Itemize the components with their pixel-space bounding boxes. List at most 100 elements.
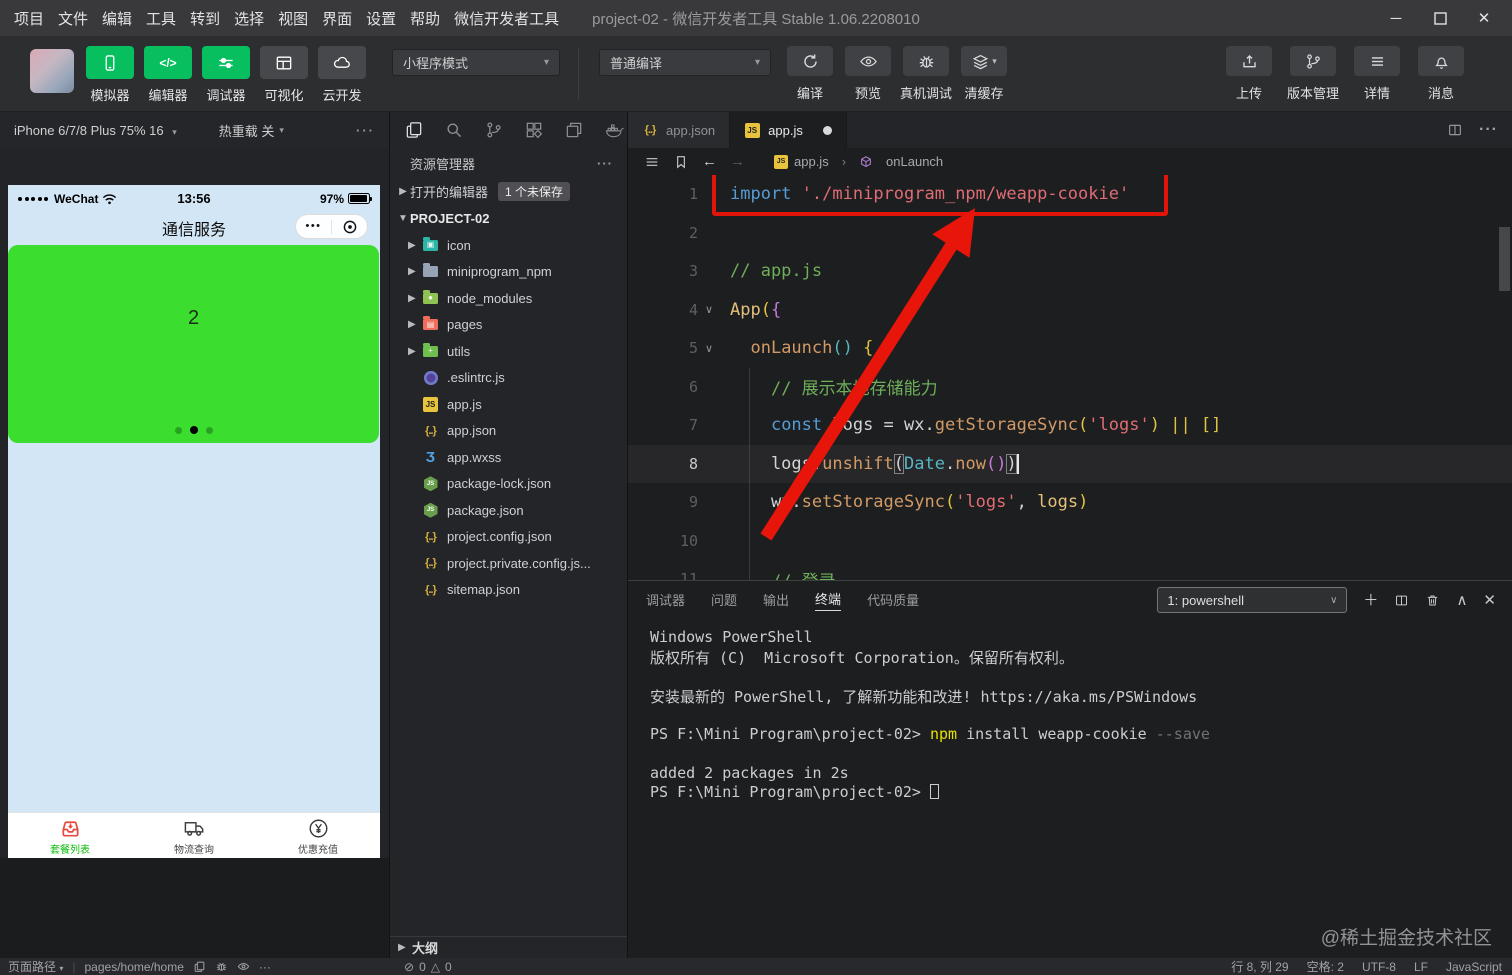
terminal-output[interactable]: Windows PowerShell版权所有 (C) Microsoft Cor… <box>628 619 1512 803</box>
search-icon[interactable] <box>444 120 464 140</box>
menu-item[interactable]: 转到 <box>190 8 220 29</box>
copy-icon[interactable] <box>193 960 206 973</box>
menu-item[interactable]: 选择 <box>234 8 264 29</box>
menu-item[interactable]: 帮助 <box>410 8 440 29</box>
device-selector[interactable]: iPhone 6/7/8 Plus 75% 16 ▾ <box>14 123 177 138</box>
minimize-button[interactable]: ─ <box>1374 0 1418 36</box>
menu-item[interactable]: 文件 <box>58 8 88 29</box>
hot-reload-toggle[interactable]: 热重载 关 ▾ <box>219 121 284 140</box>
tree-folder-row[interactable]: ▶●node_modules <box>390 285 627 312</box>
mode-select[interactable]: 小程序模式 ▾ <box>392 49 560 76</box>
outline-section[interactable]: ▶ 大纲 <box>390 936 627 958</box>
tree-file-row[interactable]: {..}project.config.json <box>390 524 627 551</box>
eol-type[interactable]: LF <box>1414 960 1428 974</box>
terminal-tab-代码质量[interactable]: 代码质量 <box>867 590 919 611</box>
editor-tab-app.js[interactable]: JSapp.js <box>730 112 847 148</box>
language-mode[interactable]: JavaScript <box>1446 960 1502 974</box>
nav-forward-icon[interactable]: → <box>730 153 745 170</box>
user-avatar[interactable] <box>30 49 74 93</box>
bookmark-icon[interactable] <box>673 154 689 170</box>
menu-item[interactable]: 微信开发者工具 <box>454 8 559 29</box>
shell-select[interactable]: 1: powershell ∨ <box>1157 587 1347 613</box>
docker-icon[interactable] <box>604 120 624 140</box>
tree-folder-row[interactable]: ▶+utils <box>390 338 627 365</box>
toolbar-button-模拟器[interactable]: 模拟器 <box>86 46 134 104</box>
explorer-more-button[interactable]: ··· <box>597 156 613 171</box>
phone-tab-套餐列表[interactable]: 套餐列表 <box>8 813 132 858</box>
project-root-row[interactable]: ▼ PROJECT-02 <box>390 205 627 232</box>
warnings-icon[interactable]: △ <box>431 960 440 974</box>
page-path-selector[interactable]: 页面路径 ▾ <box>8 958 63 975</box>
status-more-button[interactable]: ··· <box>259 960 271 974</box>
breadcrumb-file[interactable]: app.js <box>794 154 829 169</box>
menu-item[interactable]: 编辑 <box>102 8 132 29</box>
warning-count[interactable]: 0 <box>445 960 452 974</box>
breadcrumb-symbol[interactable]: onLaunch <box>886 154 943 169</box>
toolbar-button-调试器[interactable]: 调试器 <box>202 46 250 104</box>
compile-mode-select[interactable]: 普通编译 ▾ <box>599 49 771 76</box>
terminal-tab-终端[interactable]: 终端 <box>815 589 841 611</box>
window-icon[interactable] <box>564 120 584 140</box>
tree-file-row[interactable]: JSapp.js <box>390 391 627 418</box>
more-button[interactable]: ••• <box>296 215 331 238</box>
collapse-panel-icon[interactable]: ∧ <box>1456 593 1467 608</box>
bug-icon[interactable] <box>215 960 228 973</box>
maximize-button[interactable] <box>1418 0 1462 36</box>
swiper-banner[interactable]: 2 <box>8 245 379 443</box>
close-button[interactable]: ✕ <box>1462 0 1506 36</box>
terminal-tab-调试器[interactable]: 调试器 <box>646 590 685 611</box>
split-editor-icon[interactable] <box>1447 122 1463 138</box>
toolbar-button-清缓存[interactable]: ▾清缓存 <box>959 46 1009 102</box>
files-icon[interactable] <box>404 120 424 140</box>
toolbar-button-编译[interactable]: 编译 <box>785 46 835 102</box>
terminal-tab-问题[interactable]: 问题 <box>711 590 737 611</box>
tree-file-row[interactable]: JSpackage.json <box>390 497 627 524</box>
terminal-tab-输出[interactable]: 输出 <box>763 590 789 611</box>
tree-folder-row[interactable]: ▶▣icon <box>390 232 627 259</box>
phone-tab-优惠充值[interactable]: 优惠充值 <box>256 813 380 858</box>
tree-file-row[interactable]: Ӡapp.wxss <box>390 444 627 471</box>
open-editors-row[interactable]: ▶ 打开的编辑器 1 个未保存 <box>390 178 627 205</box>
toolbar-button-上传[interactable]: 上传 <box>1224 46 1274 102</box>
tree-file-row[interactable]: .eslintrc.js <box>390 365 627 392</box>
menu-item[interactable]: 设置 <box>366 8 396 29</box>
trash-icon[interactable] <box>1425 593 1440 608</box>
tree-folder-row[interactable]: ▶miniprogram_npm <box>390 259 627 286</box>
simulator-more-button[interactable]: ··· <box>356 123 375 138</box>
error-count[interactable]: 0 <box>419 960 426 974</box>
fold-chevron-icon[interactable]: ∨ <box>698 342 720 355</box>
toolbar-button-真机调试[interactable]: 真机调试 <box>901 46 951 102</box>
menu-item[interactable]: 视图 <box>278 8 308 29</box>
page-path-value[interactable]: pages/home/home <box>85 960 184 974</box>
menu-item[interactable]: 工具 <box>146 8 176 29</box>
code-editor[interactable]: 1import './miniprogram_npm/weapp-cookie'… <box>628 175 1512 580</box>
toolbar-button-预览[interactable]: 预览 <box>843 46 893 102</box>
encoding[interactable]: UTF-8 <box>1362 960 1396 974</box>
blocks-icon[interactable] <box>524 120 544 140</box>
editor-tab-app.json[interactable]: {..}app.json <box>628 112 730 148</box>
toolbar-button-云开发[interactable]: 云开发 <box>318 46 366 104</box>
toolbar-button-可视化[interactable]: 可视化 <box>260 46 308 104</box>
toolbar-button-详情[interactable]: 详情 <box>1352 46 1402 102</box>
new-terminal-icon[interactable]: ＋ <box>1363 593 1378 608</box>
cursor-position[interactable]: 行 8, 列 29 <box>1231 958 1288 975</box>
menu-item[interactable]: 项目 <box>14 8 44 29</box>
errors-icon[interactable]: ⊘ <box>404 960 414 974</box>
toolbar-button-消息[interactable]: 消息 <box>1416 46 1466 102</box>
list-icon[interactable] <box>644 154 660 170</box>
close-panel-icon[interactable]: ✕ <box>1483 593 1496 608</box>
tree-file-row[interactable]: {..}sitemap.json <box>390 577 627 604</box>
split-terminal-icon[interactable] <box>1394 593 1409 608</box>
toolbar-button-编辑器[interactable]: </>编辑器 <box>144 46 192 104</box>
source-control-icon[interactable] <box>484 120 504 140</box>
editor-scrollbar[interactable] <box>1499 227 1510 291</box>
tree-file-row[interactable]: {..}project.private.config.js... <box>390 550 627 577</box>
tree-file-row[interactable]: {..}app.json <box>390 418 627 445</box>
home-capsule-button[interactable] <box>332 219 367 235</box>
tree-folder-row[interactable]: ▶▤pages <box>390 312 627 339</box>
toolbar-button-版本管理[interactable]: 版本管理 <box>1288 46 1338 102</box>
eye-icon[interactable] <box>237 960 250 973</box>
editor-more-button[interactable]: ··· <box>1479 121 1498 139</box>
tree-file-row[interactable]: JSpackage-lock.json <box>390 471 627 498</box>
indentation[interactable]: 空格: 2 <box>1307 958 1344 975</box>
